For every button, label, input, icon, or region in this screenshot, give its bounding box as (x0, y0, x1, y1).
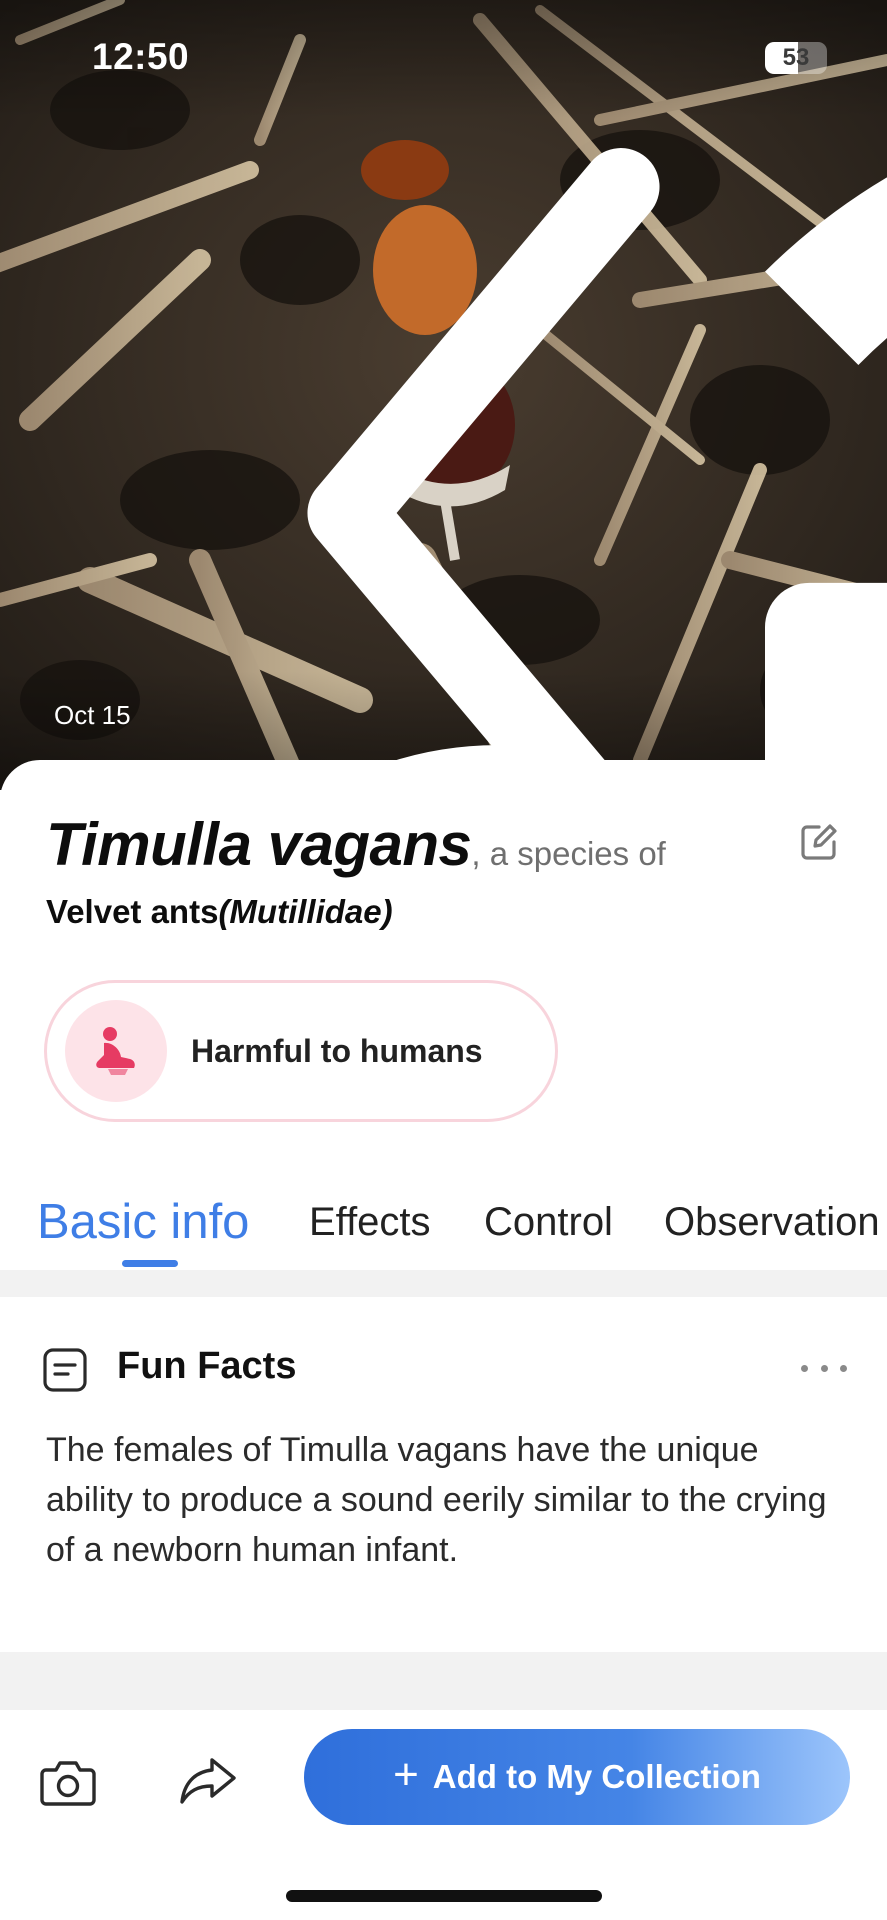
species-photo[interactable]: 12:50 53 Oct 15 (0, 0, 887, 790)
share-button[interactable] (178, 1750, 238, 1810)
family-common-name: Velvet ants (46, 893, 219, 930)
home-indicator[interactable] (286, 1890, 602, 1902)
species-title: Timulla vagans, a species of Velvet ants… (46, 810, 766, 931)
plus-icon: + (393, 1750, 419, 1799)
note-icon (43, 1348, 87, 1392)
tab-control[interactable]: Control (484, 1180, 613, 1264)
more-dot-icon (820, 1364, 828, 1372)
fun-facts-card: Fun Facts The females of Timulla vagans … (0, 1297, 887, 1652)
section-divider (0, 1270, 887, 1297)
scientific-name: Timulla vagans (46, 811, 472, 878)
more-dot-icon (801, 1364, 808, 1372)
fun-facts-title: Fun Facts (117, 1345, 297, 1387)
tab-bar: Basic info Effects Control Observation (0, 1180, 887, 1270)
harmful-icon-wrap (65, 1000, 167, 1102)
battery-icon: 53 (765, 42, 827, 74)
active-tab-indicator (122, 1260, 178, 1267)
tab-observation[interactable]: Observation (664, 1180, 880, 1264)
more-options-button[interactable] (801, 1353, 847, 1383)
status-icons: 53 (765, 40, 887, 790)
fun-facts-text: The females of Timulla vagans have the u… (46, 1431, 827, 1569)
tab-effects[interactable]: Effects (309, 1180, 431, 1264)
camera-button[interactable] (38, 1752, 98, 1812)
add-to-collection-button[interactable]: + Add to My Collection (304, 1729, 850, 1825)
family-latin-name: (Mutillidae) (218, 893, 393, 930)
harmful-badge[interactable]: Harmful to humans (44, 980, 558, 1122)
harmful-label: Harmful to humans (191, 1032, 483, 1069)
add-to-collection-label: Add to My Collection (432, 1758, 761, 1795)
edit-button[interactable] (797, 820, 841, 864)
more-dot-icon (840, 1364, 847, 1372)
status-bar: 12:50 53 (0, 0, 887, 790)
edit-icon (801, 824, 837, 860)
status-time: 12:50 (92, 36, 190, 77)
battery-percentage: 53 (782, 44, 810, 71)
bottom-action-bar: + Add to My Collection (0, 1710, 887, 1920)
back-button[interactable] (40, 118, 660, 790)
family-name: Velvet ants(Mutillidae) (46, 893, 766, 931)
species-of-text: , a species of (471, 835, 666, 872)
harmful-person-icon (96, 1027, 135, 1075)
share-icon (180, 1758, 236, 1804)
section-divider (0, 1652, 887, 1710)
species-detail-screen: 12:50 53 Oct 15 Timulla vagans, a specie… (0, 0, 887, 1920)
back-chevron-icon (307, 148, 660, 790)
tab-basic-info[interactable]: Basic info (37, 1180, 249, 1264)
camera-icon (40, 1761, 96, 1806)
photo-date: Oct 15 (54, 700, 669, 790)
